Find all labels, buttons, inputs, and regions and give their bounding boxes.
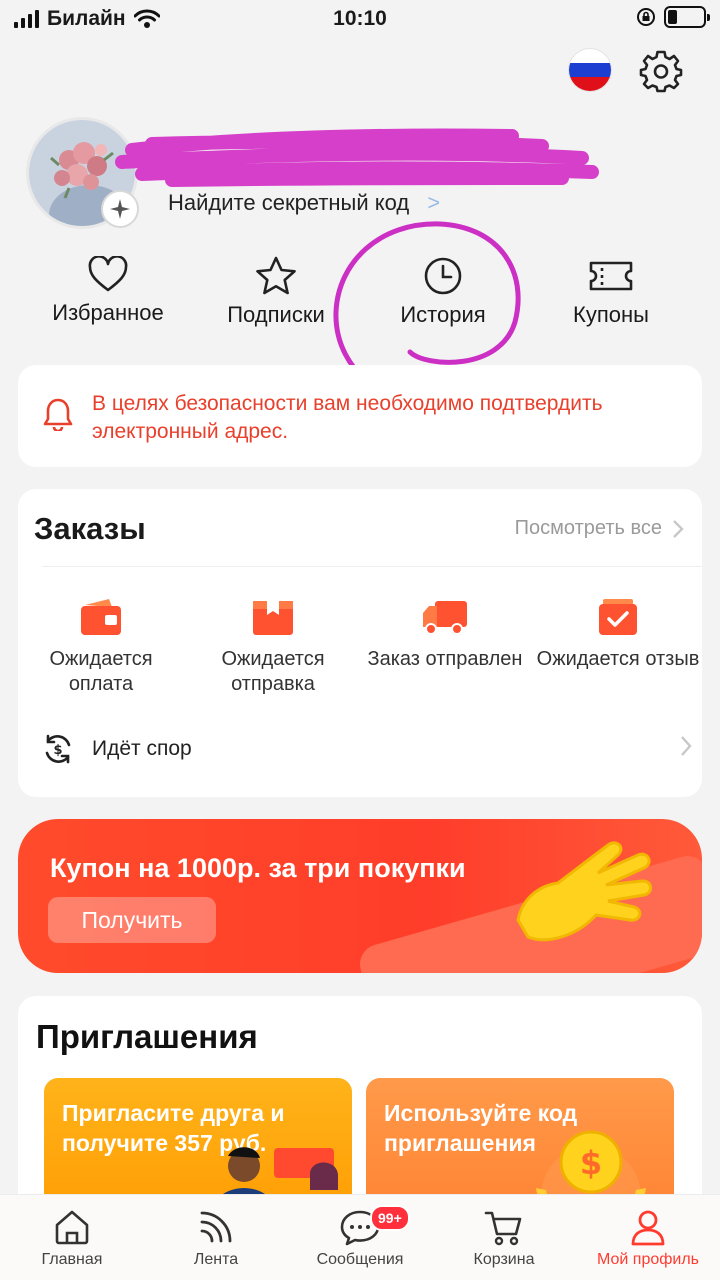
star-icon bbox=[256, 256, 296, 295]
tab-cart[interactable]: Корзина bbox=[432, 1207, 576, 1269]
unread-count-badge: 99+ bbox=[370, 1205, 410, 1231]
order-status-awaiting-shipment[interactable]: Ожидается отправка bbox=[188, 597, 358, 697]
dispute-label: Идёт спор bbox=[92, 737, 192, 760]
promo-headline: Купон на 1000р. за три покупки bbox=[50, 853, 466, 883]
quick-action-label: Подписки bbox=[227, 302, 325, 327]
truck-icon bbox=[423, 601, 467, 635]
status-time: 10:10 bbox=[333, 7, 387, 30]
bottom-tab-bar: Главная Лента Сообщения 99+ Корзина Мой … bbox=[0, 1194, 720, 1280]
review-check-icon bbox=[599, 599, 637, 635]
redacted-username-scribble bbox=[115, 128, 599, 187]
order-status-awaiting-payment[interactable]: Ожидается оплата bbox=[16, 597, 186, 697]
security-notice-card[interactable]: В целях безопасности вам необходимо подт… bbox=[18, 365, 702, 467]
svg-text:$: $ bbox=[580, 1144, 602, 1182]
russian-flag-icon[interactable] bbox=[568, 48, 612, 92]
profile-icon bbox=[631, 1210, 665, 1246]
quick-action-history[interactable]: История bbox=[358, 256, 528, 328]
flag-stripe-blue bbox=[569, 63, 611, 77]
ticket-icon bbox=[589, 261, 633, 291]
order-status-label: Ожидается отправка bbox=[221, 648, 325, 695]
settings-gear-icon[interactable] bbox=[638, 48, 684, 94]
tab-label: Мой профиль bbox=[596, 1251, 700, 1268]
heart-icon bbox=[88, 256, 128, 292]
quick-action-label: Избранное bbox=[52, 300, 164, 325]
quick-action-coupons[interactable]: Купоны bbox=[526, 256, 696, 328]
dispute-row[interactable]: $ Идёт спор bbox=[42, 733, 692, 767]
clock-icon bbox=[424, 257, 462, 295]
tab-messages[interactable]: Сообщения 99+ bbox=[288, 1205, 432, 1269]
battery-icon bbox=[664, 6, 710, 28]
package-icon bbox=[253, 601, 293, 635]
get-coupon-button[interactable]: Получить bbox=[48, 897, 216, 943]
security-notice-text: В целях безопасности вам необходимо подт… bbox=[92, 392, 603, 443]
quick-action-label: Купоны bbox=[573, 302, 649, 327]
order-status-awaiting-review[interactable]: Ожидается отзыв bbox=[533, 597, 703, 672]
dispute-refresh-dollar-icon: $ bbox=[45, 734, 71, 764]
quick-action-label: История bbox=[400, 302, 486, 327]
tab-label: Сообщения bbox=[316, 1251, 404, 1268]
quick-action-subscriptions[interactable]: Подписки bbox=[191, 256, 361, 328]
order-status-shipped[interactable]: Заказ отправлен bbox=[360, 597, 530, 672]
tab-my-profile[interactable]: Мой профиль bbox=[576, 1207, 720, 1269]
feed-icon bbox=[200, 1211, 232, 1243]
invitations-title: Приглашения bbox=[36, 1018, 258, 1055]
flag-stripe-red bbox=[569, 77, 611, 91]
chevron-right-icon: > bbox=[427, 190, 441, 215]
flag-stripe-white bbox=[569, 49, 611, 63]
tab-home[interactable]: Главная bbox=[0, 1207, 144, 1269]
order-status-label: Заказ отправлен bbox=[367, 648, 523, 670]
coupon-promo-banner[interactable]: Купон на 1000р. за три покупки Получить bbox=[18, 819, 702, 973]
divider bbox=[42, 566, 702, 567]
chevron-right-icon bbox=[681, 736, 692, 756]
sparkle-badge-icon bbox=[101, 190, 139, 228]
wallet-icon bbox=[81, 599, 121, 635]
home-icon bbox=[55, 1210, 89, 1245]
tab-label: Главная bbox=[41, 1251, 103, 1268]
waving-hand-icon bbox=[516, 841, 652, 942]
view-all-orders-link[interactable]: Посмотреть все bbox=[515, 517, 684, 540]
orientation-lock-icon bbox=[637, 8, 655, 26]
chevron-right-icon bbox=[673, 519, 684, 538]
tab-label: Корзина bbox=[473, 1251, 535, 1268]
tab-feed[interactable]: Лента bbox=[144, 1207, 288, 1269]
orders-card: Заказы Посмотреть все Ожидается оплата О… bbox=[18, 489, 702, 797]
tab-label: Лента bbox=[193, 1251, 239, 1268]
orders-title: Заказы bbox=[34, 511, 146, 546]
bell-icon bbox=[43, 398, 73, 431]
svg-text:$: $ bbox=[53, 743, 62, 758]
order-status-label: Ожидается оплата bbox=[49, 648, 153, 695]
secret-code-link[interactable]: Найдите секретный код > bbox=[168, 190, 440, 216]
status-bar: Билайн 10:10 bbox=[0, 0, 720, 40]
cart-icon bbox=[484, 1211, 522, 1246]
secret-code-label: Найдите секретный код bbox=[168, 190, 410, 215]
order-status-label: Ожидается отзыв bbox=[536, 648, 700, 670]
quick-action-favorites[interactable]: Избранное bbox=[23, 256, 193, 326]
status-right bbox=[636, 6, 710, 28]
view-all-label: Посмотреть все bbox=[514, 517, 662, 539]
quick-actions: Избранное Подписки История Купоны bbox=[0, 256, 720, 336]
